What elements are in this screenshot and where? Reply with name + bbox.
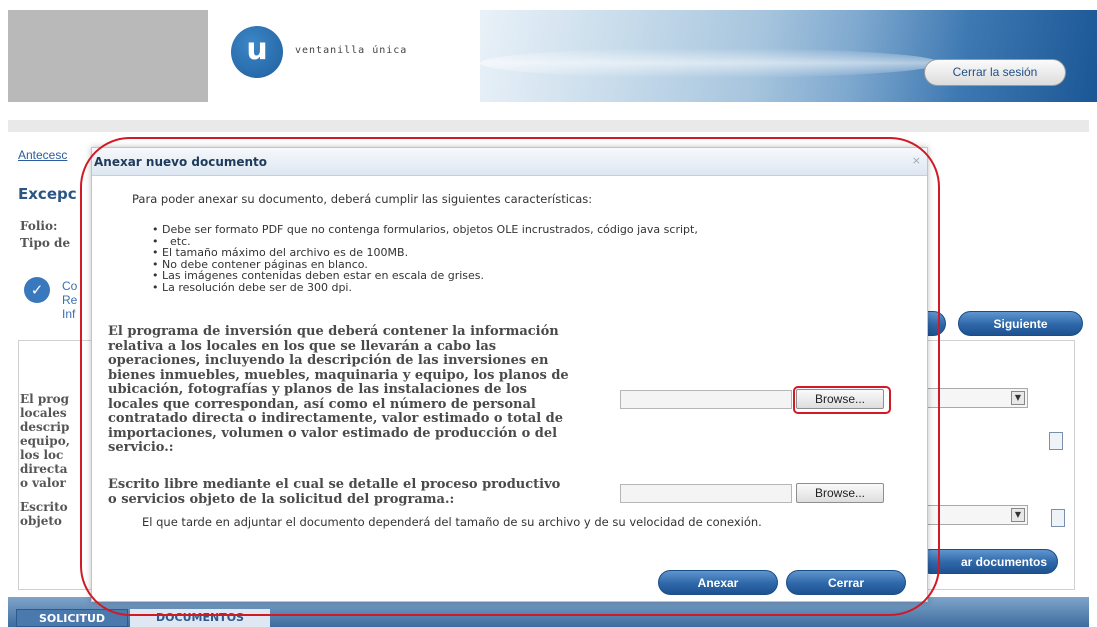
nav-band xyxy=(8,120,1089,132)
annotation-highlight xyxy=(793,386,891,414)
row-fragment: directa xyxy=(20,462,68,476)
chevron-down-icon: ▼ xyxy=(1011,508,1025,522)
row-fragment: objeto xyxy=(20,514,62,528)
row-fragment: los loc xyxy=(20,448,64,462)
document-view-icon[interactable] xyxy=(1051,509,1065,527)
step-line: Re xyxy=(62,293,78,307)
row-fragment: equipo, xyxy=(20,434,70,448)
chevron-down-icon: ▼ xyxy=(1011,391,1025,405)
header-wave xyxy=(480,48,940,78)
step-line: Inf xyxy=(62,307,76,321)
folio-label: Folio: xyxy=(20,219,58,233)
logout-button[interactable]: Cerrar la sesión xyxy=(924,59,1066,86)
row-fragment: locales xyxy=(20,406,67,420)
row-fragment: o valor xyxy=(20,476,66,490)
app-header: u ventanilla única Cerrar la sesión xyxy=(0,0,1097,112)
page-title: Excepc xyxy=(18,185,77,203)
annotation-frame xyxy=(80,137,940,616)
row-fragment: descrip xyxy=(20,420,70,434)
document-view-icon[interactable] xyxy=(1049,432,1063,450)
row-fragment: Escrito xyxy=(20,500,68,514)
logo-text: ventanilla única xyxy=(295,45,408,56)
logo-circle-icon: u xyxy=(231,26,283,78)
logo: u ventanilla única xyxy=(208,10,480,102)
row-fragment: El prog xyxy=(20,392,69,406)
siguiente-button[interactable]: Siguiente xyxy=(958,311,1083,336)
tipo-label: Tipo de xyxy=(20,236,71,250)
step-check-icon: ✓ xyxy=(24,277,50,303)
header-gray-block xyxy=(8,10,208,102)
breadcrumb-link[interactable]: Antecesc xyxy=(18,148,67,162)
step-line: Co xyxy=(62,279,78,293)
